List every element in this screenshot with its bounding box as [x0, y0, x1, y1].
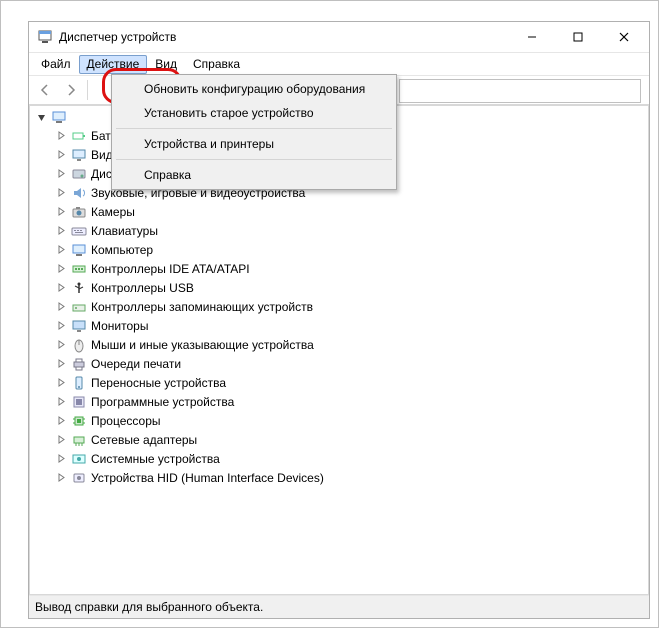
tree-node[interactable]: Программные устройства [34, 392, 648, 411]
cpu-icon [71, 413, 87, 429]
status-text: Вывод справки для выбранного объекта. [35, 600, 263, 614]
status-bar: Вывод справки для выбранного объекта. [29, 595, 649, 618]
display-icon [71, 147, 87, 163]
usb-icon [71, 280, 87, 296]
menu-separator [116, 128, 392, 129]
computer-icon [51, 109, 67, 125]
computer-icon [71, 242, 87, 258]
tree-node[interactable]: Мыши и иные указывающие устройства [34, 335, 648, 354]
portable-icon [71, 375, 87, 391]
toolbar-separator [87, 80, 88, 100]
back-button[interactable] [33, 78, 57, 102]
menu-item-scan-hardware[interactable]: Обновить конфигурацию оборудования [114, 77, 394, 101]
minimize-button[interactable] [509, 22, 555, 52]
expand-icon[interactable] [56, 377, 67, 388]
screenshot-frame: Диспетчер устройств Файл Действие Вид Сп… [0, 0, 659, 628]
tree-node-label: Мониторы [91, 319, 148, 333]
expand-icon[interactable] [56, 453, 67, 464]
tree-node-label: Процессоры [91, 414, 161, 428]
tree-node[interactable]: Сетевые адаптеры [34, 430, 648, 449]
expand-icon[interactable] [56, 225, 67, 236]
expand-icon[interactable] [56, 244, 67, 255]
tree-node-label: Мыши и иные указывающие устройства [91, 338, 314, 352]
printer-icon [71, 356, 87, 372]
tree-node[interactable]: Устройства HID (Human Interface Devices) [34, 468, 648, 487]
mouse-icon [71, 337, 87, 353]
tree-node-label: Компьютер [91, 243, 153, 257]
tree-node[interactable]: Мониторы [34, 316, 648, 335]
expand-icon[interactable] [56, 206, 67, 217]
toolbar-field[interactable] [399, 79, 641, 103]
tree-node-label: Клавиатуры [91, 224, 158, 238]
menu-item-add-legacy[interactable]: Установить старое устройство [114, 101, 394, 125]
expand-icon[interactable] [56, 130, 67, 141]
tree-node[interactable]: Клавиатуры [34, 221, 648, 240]
sound-icon [71, 185, 87, 201]
close-button[interactable] [601, 22, 647, 52]
expand-icon[interactable] [56, 358, 67, 369]
expand-icon[interactable] [56, 320, 67, 331]
battery-icon [71, 128, 87, 144]
network-icon [71, 432, 87, 448]
tree-node-label: Очереди печати [91, 357, 181, 371]
expand-icon[interactable] [56, 263, 67, 274]
tree-node[interactable]: Процессоры [34, 411, 648, 430]
titlebar: Диспетчер устройств [29, 22, 649, 53]
action-dropdown: Обновить конфигурацию оборудования Устан… [111, 74, 397, 190]
tree-node[interactable]: Контроллеры запоминающих устройств [34, 297, 648, 316]
menu-action[interactable]: Действие [79, 55, 148, 74]
tree-node[interactable]: Контроллеры USB [34, 278, 648, 297]
menu-help[interactable]: Справка [185, 55, 248, 74]
tree-node-label: Контроллеры USB [91, 281, 194, 295]
expand-icon[interactable] [56, 396, 67, 407]
forward-button[interactable] [59, 78, 83, 102]
expand-icon[interactable] [56, 187, 67, 198]
app-icon [37, 29, 53, 45]
ide-icon [71, 261, 87, 277]
tree-node-label: Переносные устройства [91, 376, 226, 390]
expand-icon[interactable] [56, 339, 67, 350]
tree-node-label: Системные устройства [91, 452, 220, 466]
window-controls [509, 22, 647, 52]
system-icon [71, 451, 87, 467]
tree-node-label: Контроллеры IDE ATA/ATAPI [91, 262, 250, 276]
tree-node[interactable]: Компьютер [34, 240, 648, 259]
expand-icon[interactable] [56, 168, 67, 179]
tree-node[interactable]: Переносные устройства [34, 373, 648, 392]
tree-node-label: Устройства HID (Human Interface Devices) [91, 471, 324, 485]
window-title: Диспетчер устройств [59, 30, 176, 44]
collapse-icon[interactable] [36, 112, 47, 123]
menubar: Файл Действие Вид Справка [29, 53, 649, 76]
tree-node-label: Камеры [91, 205, 135, 219]
keyboard-icon [71, 223, 87, 239]
menu-item-help[interactable]: Справка [114, 163, 394, 187]
storage-icon [71, 299, 87, 315]
tree-node-label: Сетевые адаптеры [91, 433, 197, 447]
expand-icon[interactable] [56, 472, 67, 483]
expand-icon[interactable] [56, 149, 67, 160]
tree-node[interactable]: Камеры [34, 202, 648, 221]
disk-icon [71, 166, 87, 182]
tree-node[interactable]: Очереди печати [34, 354, 648, 373]
software-icon [71, 394, 87, 410]
tree-node-label: Программные устройства [91, 395, 234, 409]
camera-icon [71, 204, 87, 220]
menu-file[interactable]: Файл [33, 55, 79, 74]
menu-separator [116, 159, 392, 160]
maximize-button[interactable] [555, 22, 601, 52]
hid-icon [71, 470, 87, 486]
monitor-icon [71, 318, 87, 334]
device-manager-window: Диспетчер устройств Файл Действие Вид Сп… [28, 21, 650, 619]
tree-node[interactable]: Системные устройства [34, 449, 648, 468]
menu-item-devices-printers[interactable]: Устройства и принтеры [114, 132, 394, 156]
expand-icon[interactable] [56, 434, 67, 445]
tree-node-label: Контроллеры запоминающих устройств [91, 300, 313, 314]
expand-icon[interactable] [56, 301, 67, 312]
tree-node[interactable]: Контроллеры IDE ATA/ATAPI [34, 259, 648, 278]
expand-icon[interactable] [56, 282, 67, 293]
menu-view[interactable]: Вид [147, 55, 185, 74]
expand-icon[interactable] [56, 415, 67, 426]
